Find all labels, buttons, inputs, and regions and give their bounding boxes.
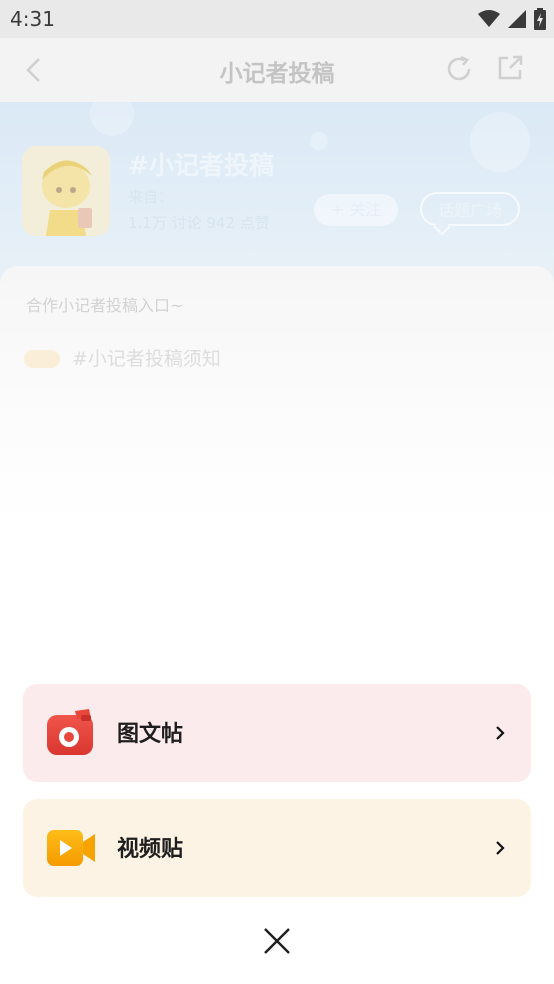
content-card: 合作小记者投稿入口~ #小记者投稿须知	[0, 266, 554, 526]
battery-charging-icon	[534, 8, 546, 30]
video-post-option[interactable]: 视频贴	[23, 799, 531, 897]
topic-square-button[interactable]: 话题广场	[420, 192, 520, 226]
image-text-post-option[interactable]: 图文帖	[23, 684, 531, 782]
chevron-right-icon	[496, 726, 505, 740]
follow-button[interactable]: + 关注	[314, 194, 398, 226]
status-bar: 4:31	[0, 0, 554, 38]
decor-bubble	[470, 112, 530, 172]
option-label: 图文帖	[117, 721, 184, 747]
share-icon[interactable]	[496, 54, 524, 82]
topic-description: 合作小记者投稿入口~	[26, 296, 184, 315]
video-camera-icon	[47, 830, 95, 866]
signal-icon	[508, 10, 526, 28]
chevron-right-icon	[496, 841, 505, 855]
close-icon[interactable]	[261, 925, 293, 957]
status-icons	[478, 8, 546, 30]
refresh-icon[interactable]	[444, 54, 474, 84]
pinned-post-title[interactable]: #小记者投稿须知	[72, 344, 221, 371]
topic-avatar	[22, 146, 110, 236]
topic-name: #小记者投稿	[128, 151, 274, 180]
option-label: 视频贴	[117, 836, 184, 862]
decor-bubble	[310, 132, 328, 150]
nav-bar: 小记者投稿	[0, 38, 554, 102]
camera-icon	[47, 709, 93, 755]
wifi-icon	[478, 10, 500, 27]
decor-bubble	[90, 102, 134, 136]
topic-from: 来自：	[128, 188, 174, 206]
screen: 4:31 小记者投稿 #小记者投稿 来自： 1.1万 讨论 942 点赞 + 关…	[0, 0, 554, 984]
status-time: 4:31	[10, 7, 55, 31]
topic-stats: 1.1万 讨论 942 点赞	[128, 214, 270, 232]
topic-header: #小记者投稿 来自： 1.1万 讨论 942 点赞 + 关注 话题广场	[0, 102, 554, 292]
pinned-badge	[24, 350, 60, 368]
